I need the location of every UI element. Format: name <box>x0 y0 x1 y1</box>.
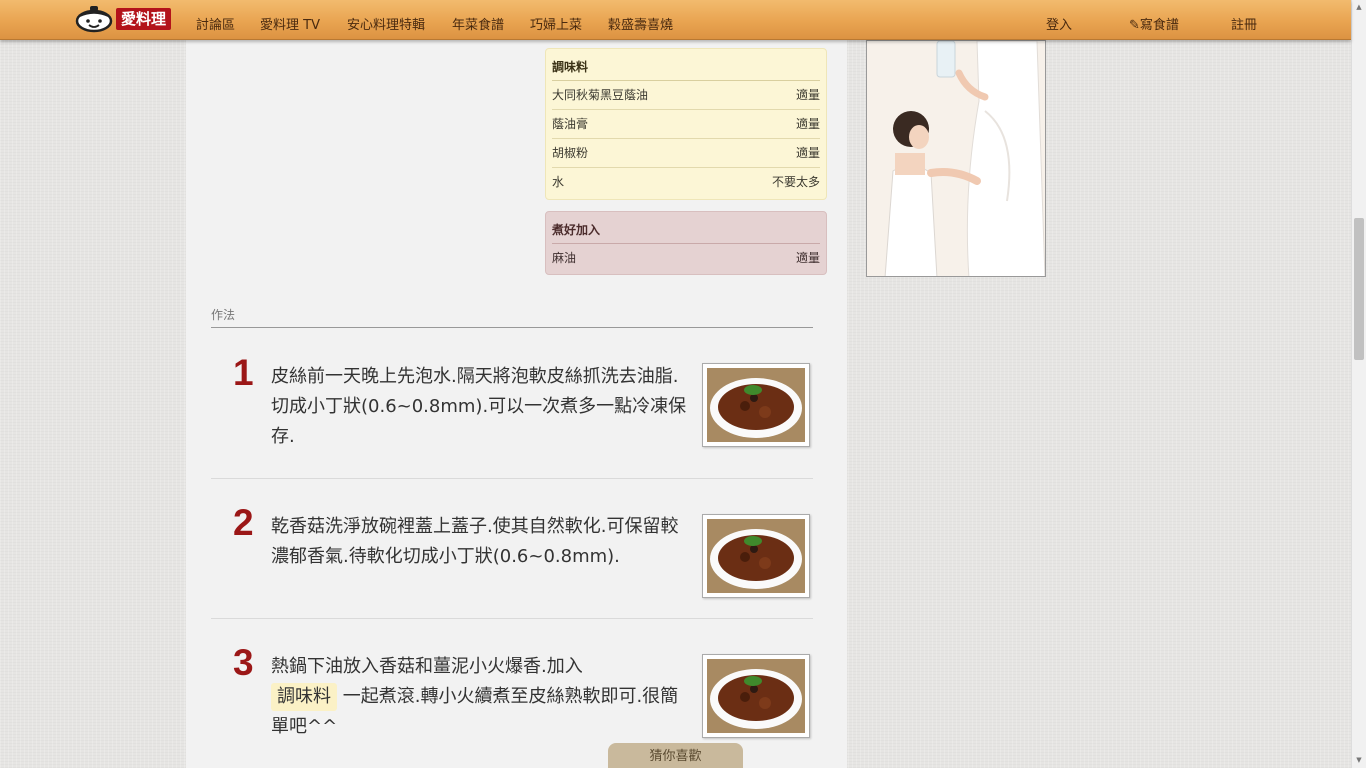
nav-tv[interactable]: 愛料理 TV <box>260 14 320 33</box>
step-photo[interactable] <box>702 654 810 738</box>
edit-icon: ✎ <box>1129 18 1140 33</box>
ingredient-name[interactable]: 胡椒粉 <box>552 139 588 167</box>
top-navbar: 愛料理 討論區 愛料理 TV 安心料理特輯 年菜食譜 巧婦上菜 穀盛壽喜燒 登入… <box>0 0 1351 40</box>
mother-daughter-photo <box>867 41 1045 276</box>
ingredient-name[interactable]: 大同秋菊黑豆蔭油 <box>552 81 648 109</box>
login-link[interactable]: 登入 <box>1046 14 1072 33</box>
ingredient-amount: 適量 <box>795 88 820 102</box>
seasoning-panel: 調味料 大同秋菊黑豆蔭油 適量 蔭油膏 適量 胡椒粉 適量 水 不要太多 <box>545 48 827 200</box>
vertical-scrollbar[interactable]: ▲ ▼ <box>1351 0 1366 768</box>
braised-dish-image <box>707 659 805 733</box>
ingredient-name[interactable]: 麻油 <box>552 244 576 273</box>
braised-dish-image <box>707 368 805 442</box>
scroll-thumb[interactable] <box>1354 218 1364 360</box>
ingredient-row: 胡椒粉 適量 <box>552 139 820 168</box>
step-divider <box>211 618 813 619</box>
step-item: 1 皮絲前一天晚上先泡水.隔天將泡軟皮絲抓洗去油脂.切成小丁狀(0.6~0.8m… <box>211 352 813 462</box>
guess-you-like-button[interactable]: 猜你喜歡 <box>608 743 743 768</box>
nav-sukiyaki[interactable]: 穀盛壽喜燒 <box>608 14 673 33</box>
ingredient-row: 水 不要太多 <box>552 168 820 197</box>
step-text: 皮絲前一天晚上先泡水.隔天將泡軟皮絲抓洗去油脂.切成小丁狀(0.6~0.8mm)… <box>271 366 687 447</box>
advertisement-image[interactable] <box>866 40 1046 277</box>
step-number: 3 <box>233 642 254 683</box>
finish-panel: 煮好加入 麻油 適量 <box>545 211 827 275</box>
step-photo[interactable] <box>702 363 810 447</box>
logo-text: 愛料理 <box>116 8 172 30</box>
step-text: 熱鍋下油放入香菇和薑泥小火爆香.加入 調味料 一起煮滾.轉小火續煮至皮絲熟軟即可.… <box>271 652 689 742</box>
ingredient-amount: 不要太多 <box>771 175 820 189</box>
step-number: 2 <box>233 502 254 543</box>
scroll-up-icon[interactable]: ▲ <box>1355 3 1363 11</box>
finish-title: 煮好加入 <box>552 212 820 244</box>
ingredient-name[interactable]: 水 <box>552 168 564 197</box>
nav-new-year-recipes[interactable]: 年菜食譜 <box>452 14 504 33</box>
step-text-before: 熱鍋下油放入香菇和薑泥小火爆香.加入 <box>271 656 583 677</box>
step-item: 3 熱鍋下油放入香菇和薑泥小火爆香.加入 調味料 一起煮滾.轉小火續煮至皮絲熟軟即… <box>211 642 813 752</box>
step-number: 1 <box>233 352 254 393</box>
ingredient-row: 蔭油膏 適量 <box>552 110 820 139</box>
nav-safe-cooking[interactable]: 安心料理特輯 <box>347 14 425 33</box>
step-item: 2 乾香菇洗淨放碗裡蓋上蓋子.使其自然軟化.可保留較濃郁香氣.待軟化切成小丁狀(… <box>211 502 813 602</box>
write-recipe-link[interactable]: ✎寫食譜 <box>1129 14 1179 33</box>
ingredient-amount: 適量 <box>795 117 820 131</box>
scroll-down-icon[interactable]: ▼ <box>1355 756 1363 764</box>
ingredient-name[interactable]: 蔭油膏 <box>552 110 588 138</box>
nav-forum[interactable]: 討論區 <box>196 14 235 33</box>
register-link[interactable]: 註冊 <box>1231 14 1257 33</box>
seasoning-title: 調味料 <box>552 49 820 81</box>
ingredient-amount: 適量 <box>795 251 820 265</box>
step-text: 乾香菇洗淨放碗裡蓋上蓋子.使其自然軟化.可保留較濃郁香氣.待軟化切成小丁狀(0.… <box>271 516 679 567</box>
nav-housewife-cooking[interactable]: 巧婦上菜 <box>530 14 582 33</box>
pot-logo-icon <box>75 6 113 33</box>
method-title: 作法 <box>211 306 813 328</box>
write-recipe-label: 寫食譜 <box>1139 18 1179 33</box>
site-logo[interactable]: 愛料理 <box>75 4 172 34</box>
seasoning-tag[interactable]: 調味料 <box>271 683 337 711</box>
ingredient-row: 麻油 適量 <box>552 244 820 273</box>
step-divider <box>211 478 813 479</box>
ingredient-row: 大同秋菊黑豆蔭油 適量 <box>552 81 820 110</box>
braised-dish-image <box>707 519 805 593</box>
step-photo[interactable] <box>702 514 810 598</box>
ingredient-amount: 適量 <box>795 146 820 160</box>
